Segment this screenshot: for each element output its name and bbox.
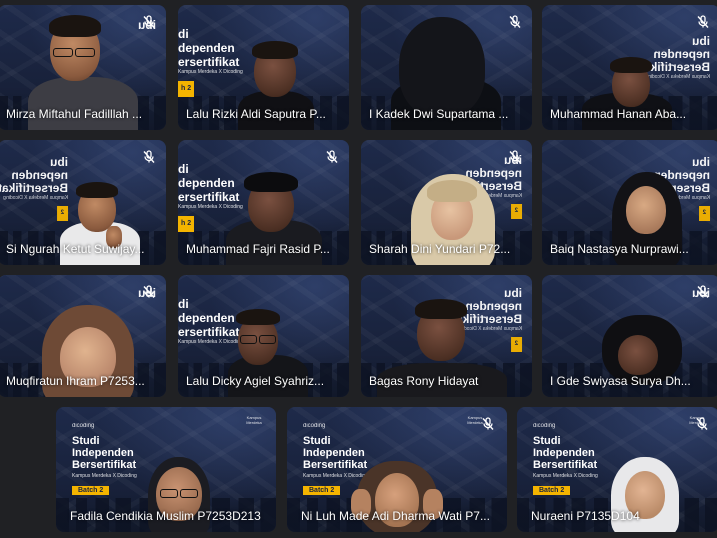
participant-tile[interactable]: dicoding Studi Independen Bersertifikat … xyxy=(56,407,276,532)
participant-tile[interactable]: ibu nependen Bersertifikat Kampus Merdek… xyxy=(361,275,532,397)
participant-tile[interactable]: di dependen ersertifikat Kampus Merdeka … xyxy=(178,5,349,130)
participant-tile[interactable]: di dependen ersertifikat Kampus Merdeka … xyxy=(178,140,349,265)
participant-name: Mirza Miftahul Fadilllah ... xyxy=(6,107,143,121)
participant-name: I Kadek Dwi Supartama ... xyxy=(369,107,509,121)
participant-tile[interactable]: ibu I Gde Swiyasa Surya Dh... xyxy=(542,275,717,397)
participant-name: Muqfiratun Ihram P7253... xyxy=(6,374,145,388)
participant-name: Si Ngurah Ketut Suwijay... xyxy=(6,242,145,256)
participant-name: Fadila Cendikia Muslim P7253D213 xyxy=(70,509,261,523)
mic-off-icon xyxy=(508,150,522,164)
participant-name: Ni Luh Made Adi Dharma Wati P7... xyxy=(301,509,490,523)
participant-tile[interactable]: I Kadek Dwi Supartama ... xyxy=(361,5,532,130)
participant-tile[interactable]: dicoding Studi Independen Bersertifikat … xyxy=(287,407,507,532)
participant-name: Baiq Nastasya Nurprawi... xyxy=(550,242,689,256)
participant-name: Nuraeni P7135D104 xyxy=(531,509,640,523)
participant-tile[interactable]: ibu nependen Bersertifikat Kampus Merdek… xyxy=(361,140,532,265)
participant-tile[interactable]: dicoding Studi Independen Bersertifikat … xyxy=(517,407,717,532)
mic-off-icon xyxy=(696,285,710,299)
mic-off-icon xyxy=(508,15,522,29)
mic-off-icon xyxy=(142,15,156,29)
mic-off-icon xyxy=(696,15,710,29)
mic-off-icon xyxy=(325,150,339,164)
mic-off-icon xyxy=(695,417,709,431)
participant-name: Muhammad Fajri Rasid P... xyxy=(186,242,330,256)
participant-tile[interactable]: ibu nependen Bersertifikat Kampus Merdek… xyxy=(0,140,166,265)
participant-tile[interactable]: ibu Muqfiratun Ihram P7253... xyxy=(0,275,166,397)
mic-off-icon xyxy=(142,150,156,164)
participant-tile[interactable]: ibu nependen Bersertifikat Kampus Merdek… xyxy=(542,140,717,265)
participant-tile[interactable]: di dependen ersertifikat Kampus Merdeka … xyxy=(178,275,349,397)
participant-name: Bagas Rony Hidayat xyxy=(369,374,479,388)
participant-tile[interactable]: ibu Mirza Miftahul Fadilllah ... xyxy=(0,5,166,130)
mic-off-icon xyxy=(142,285,156,299)
participant-name: I Gde Swiyasa Surya Dh... xyxy=(550,374,691,388)
participant-name: Muhammad Hanan Aba... xyxy=(550,107,687,121)
participant-name: Sharah Dini Yundari P72... xyxy=(369,242,511,256)
participant-name: Lalu Rizki Aldi Saputra P... xyxy=(186,107,326,121)
participant-tile[interactable]: ibu nependen Bersertifikat Kampus Merdek… xyxy=(542,5,717,130)
participant-name: Lalu Dicky Agiel Syahriz... xyxy=(186,374,325,388)
